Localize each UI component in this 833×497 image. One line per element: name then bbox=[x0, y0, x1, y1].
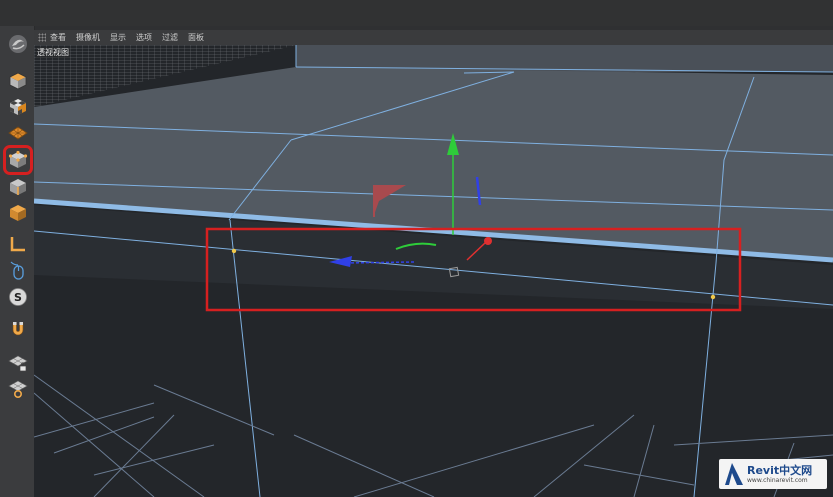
workplane-settings-tool[interactable] bbox=[7, 378, 29, 400]
model-mode-tool[interactable] bbox=[7, 70, 29, 92]
snap-tool[interactable] bbox=[7, 318, 29, 340]
edges-mode-tool[interactable] bbox=[7, 176, 29, 198]
grid-lock-icon bbox=[8, 355, 28, 372]
watermark: Revit中文网 www.chinarevit.com bbox=[719, 459, 827, 489]
menu-filter[interactable]: 过滤 bbox=[162, 30, 178, 45]
solo-icon: S bbox=[9, 288, 27, 306]
drag-grip-icon[interactable] bbox=[38, 33, 46, 42]
gizmo-x-handle-icon[interactable] bbox=[484, 237, 492, 245]
menu-options[interactable]: 选项 bbox=[136, 30, 152, 45]
mouse-icon bbox=[10, 261, 24, 280]
cube-icon bbox=[9, 72, 27, 90]
tweak-tool[interactable] bbox=[7, 259, 29, 281]
watermark-url: www.chinarevit.com bbox=[747, 476, 808, 484]
left-toolbar: S bbox=[0, 26, 35, 497]
polygons-cube-icon bbox=[10, 205, 26, 221]
workplane-icon bbox=[8, 126, 28, 140]
axis-tool[interactable] bbox=[7, 233, 29, 255]
floor-grid bbox=[34, 374, 833, 497]
perspective-viewport[interactable]: 透视视图 bbox=[34, 45, 833, 497]
viewport-menu-bar: 查看 摄像机 显示 选项 过滤 面板 bbox=[34, 30, 833, 45]
axis-icon bbox=[10, 237, 25, 252]
checker-cube-icon bbox=[10, 99, 26, 115]
magnet-icon bbox=[12, 322, 24, 336]
menu-display[interactable]: 显示 bbox=[110, 30, 126, 45]
revit-logo-icon bbox=[725, 463, 743, 485]
menu-camera[interactable]: 摄像机 bbox=[76, 30, 100, 45]
solo-tool[interactable]: S bbox=[7, 286, 29, 308]
watermark-brand: Revit中文网 bbox=[747, 463, 813, 477]
vertex-right[interactable] bbox=[710, 294, 716, 300]
svg-text:S: S bbox=[14, 291, 22, 304]
scene-canvas[interactable] bbox=[34, 45, 833, 497]
viewport-label: 透视视图 bbox=[36, 47, 70, 58]
vertex-left[interactable] bbox=[231, 248, 237, 254]
polygons-mode-tool[interactable] bbox=[7, 202, 29, 224]
points-cube-icon bbox=[8, 150, 28, 168]
menu-panel[interactable]: 面板 bbox=[188, 30, 204, 45]
workplane-lock-tool[interactable] bbox=[7, 352, 29, 374]
points-mode-tool[interactable] bbox=[3, 145, 33, 175]
edges-cube-icon bbox=[10, 179, 26, 195]
grid-gear-icon bbox=[8, 380, 28, 399]
texture-mode-tool[interactable] bbox=[7, 96, 29, 118]
window-top-bar bbox=[0, 0, 833, 26]
app-logo bbox=[7, 33, 29, 55]
workplane-tool[interactable] bbox=[7, 122, 29, 144]
menu-view[interactable]: 查看 bbox=[50, 30, 66, 45]
logo-icon bbox=[9, 35, 27, 53]
